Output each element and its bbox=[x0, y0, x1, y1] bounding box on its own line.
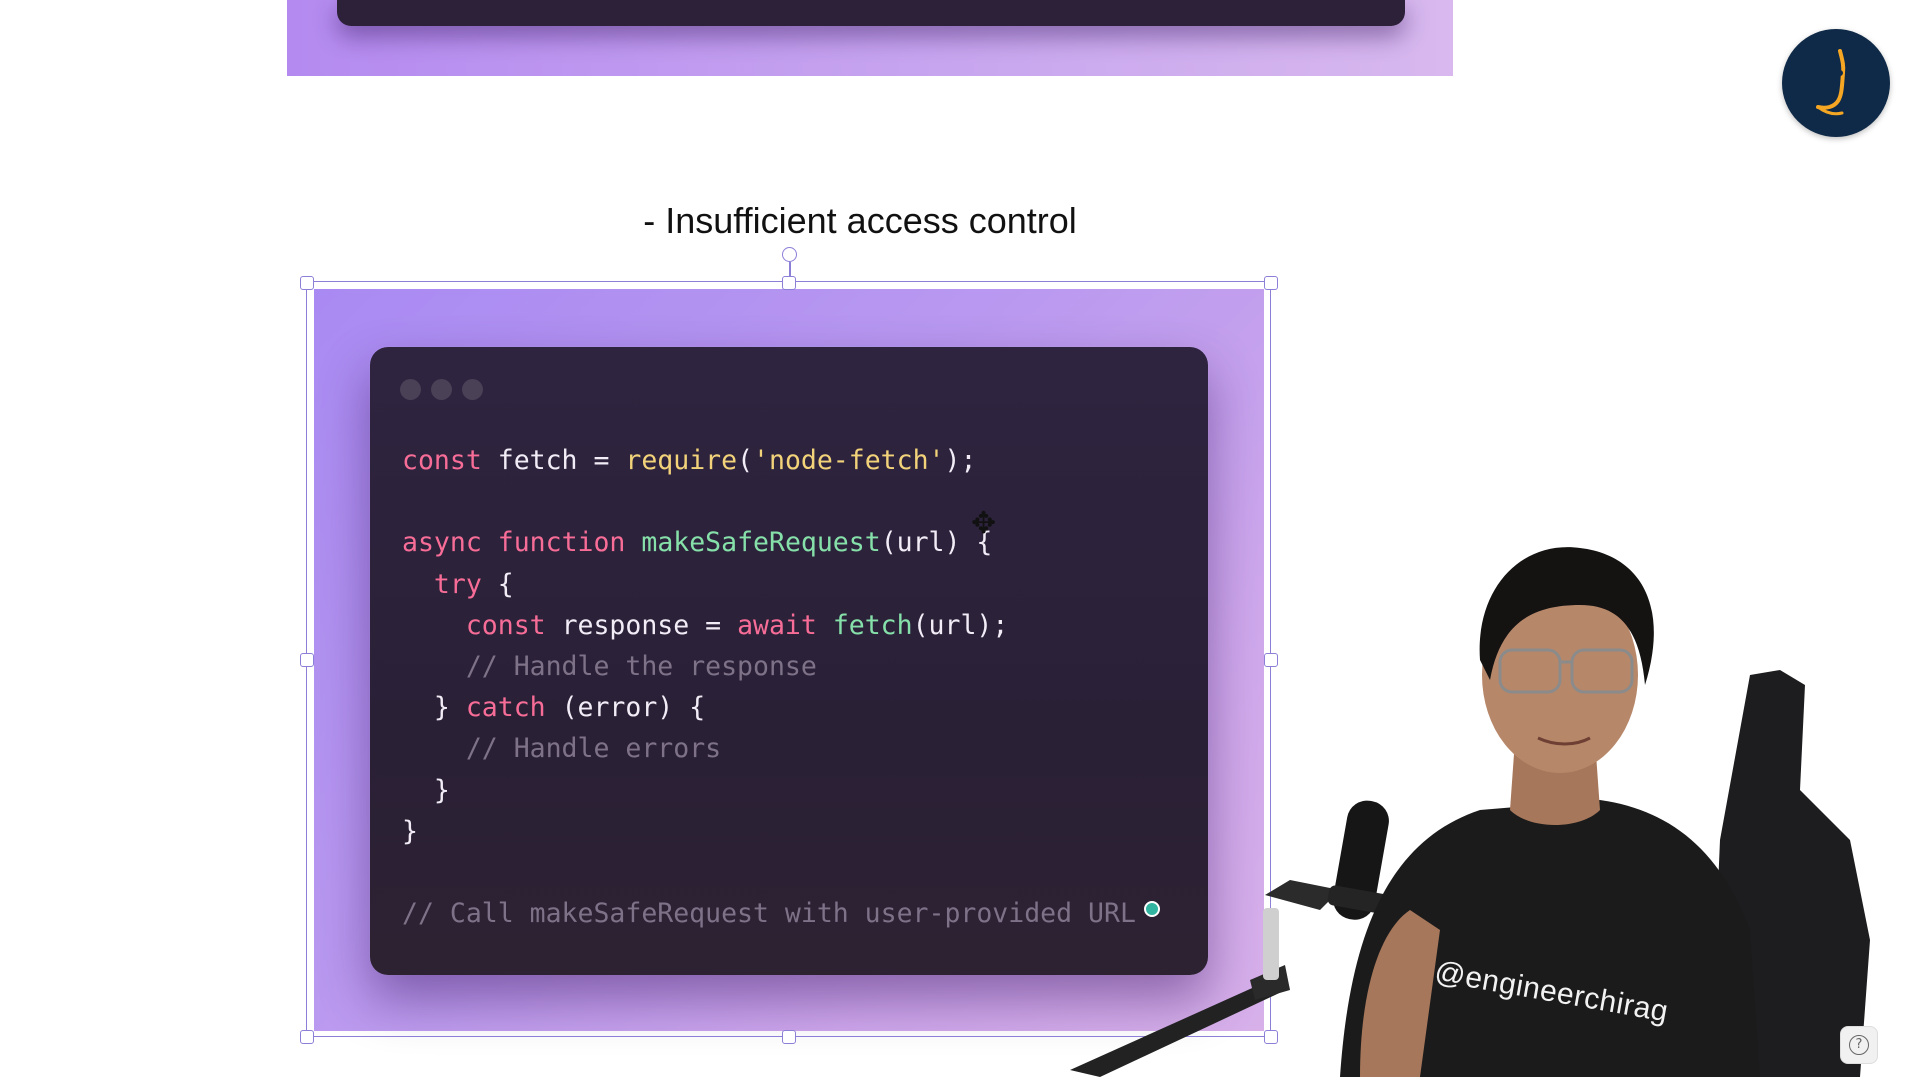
rotation-handle[interactable] bbox=[782, 247, 797, 262]
resize-handle-top-left[interactable] bbox=[300, 276, 314, 290]
resize-handle-bottom[interactable] bbox=[782, 1030, 796, 1044]
resize-handle-bottom-left[interactable] bbox=[300, 1030, 314, 1044]
presenter-webcam-overlay: @engineerchirag bbox=[1060, 510, 1909, 1077]
resize-handle-left[interactable] bbox=[300, 653, 314, 667]
help-icon: ? bbox=[1849, 1035, 1869, 1055]
help-button[interactable]: ? bbox=[1840, 1026, 1878, 1064]
move-cursor-icon: ✥ bbox=[971, 506, 997, 541]
brand-logo-icon bbox=[1782, 29, 1890, 137]
resize-handle-top[interactable] bbox=[782, 276, 796, 290]
previous-slide-frame[interactable] bbox=[287, 0, 1453, 76]
slide-heading[interactable]: - Insufficient access control bbox=[560, 200, 1160, 242]
previous-code-window bbox=[337, 0, 1405, 26]
resize-handle-top-right[interactable] bbox=[1264, 276, 1278, 290]
